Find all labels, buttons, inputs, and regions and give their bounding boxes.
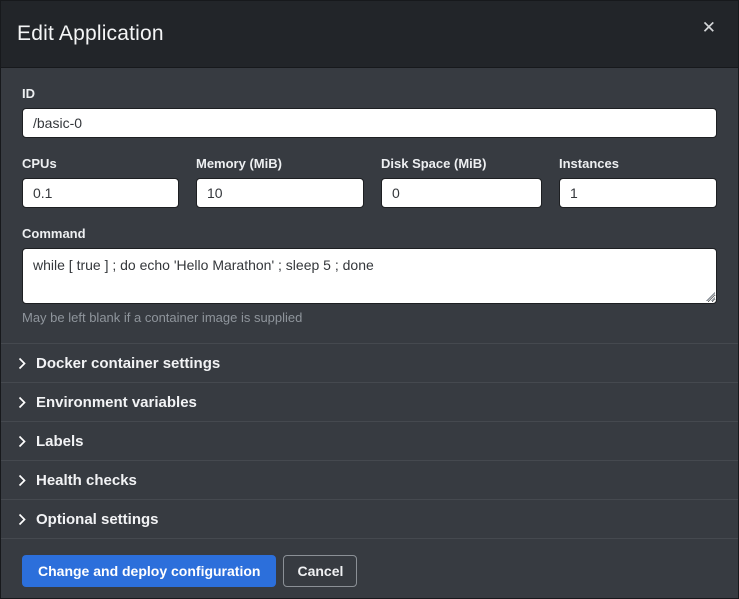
instances-input[interactable] xyxy=(559,178,717,208)
id-input[interactable] xyxy=(22,108,717,138)
section-label: Docker container settings xyxy=(36,355,220,372)
section-environment-variables[interactable]: Environment variables xyxy=(1,383,738,422)
close-icon[interactable]: ✕ xyxy=(696,15,722,40)
command-label: Command xyxy=(22,226,717,241)
change-and-deploy-button[interactable]: Change and deploy configuration xyxy=(22,555,276,587)
modal-footer: Change and deploy configuration Cancel xyxy=(1,539,738,599)
command-help-text: May be left blank if a container image i… xyxy=(22,310,717,325)
command-field-group: Command while [ true ] ; do echo 'Hello … xyxy=(22,226,717,325)
memory-label: Memory (MiB) xyxy=(196,156,364,171)
cpus-label: CPUs xyxy=(22,156,179,171)
id-label: ID xyxy=(22,86,717,101)
section-health-checks[interactable]: Health checks xyxy=(1,461,738,500)
command-textarea[interactable]: while [ true ] ; do echo 'Hello Marathon… xyxy=(22,248,717,304)
section-label: Labels xyxy=(36,433,84,450)
chevron-right-icon xyxy=(18,474,26,487)
collapsible-sections: Docker container settings Environment va… xyxy=(1,343,738,539)
cpus-input[interactable] xyxy=(22,178,179,208)
modal-header: Edit Application ✕ xyxy=(1,1,738,68)
instances-field-group: Instances xyxy=(559,156,717,208)
chevron-right-icon xyxy=(18,513,26,526)
id-field-group: ID xyxy=(22,86,717,138)
resources-field-row: CPUs Memory (MiB) Disk Space (MiB) Insta… xyxy=(22,156,717,208)
memory-input[interactable] xyxy=(196,178,364,208)
disk-space-label: Disk Space (MiB) xyxy=(381,156,542,171)
disk-field-group: Disk Space (MiB) xyxy=(381,156,542,208)
modal-body: ID CPUs Memory (MiB) Disk Space (MiB) In… xyxy=(1,68,738,539)
section-label: Environment variables xyxy=(36,394,197,411)
section-optional-settings[interactable]: Optional settings xyxy=(1,500,738,539)
chevron-right-icon xyxy=(18,435,26,448)
section-docker-container-settings[interactable]: Docker container settings xyxy=(1,344,738,383)
chevron-right-icon xyxy=(18,357,26,370)
disk-space-input[interactable] xyxy=(381,178,542,208)
cancel-button[interactable]: Cancel xyxy=(283,555,357,587)
modal-title: Edit Application xyxy=(17,22,164,46)
edit-application-modal: Edit Application ✕ ID CPUs Memory (MiB) … xyxy=(0,0,739,599)
memory-field-group: Memory (MiB) xyxy=(196,156,364,208)
section-label: Optional settings xyxy=(36,511,159,528)
section-labels[interactable]: Labels xyxy=(1,422,738,461)
section-label: Health checks xyxy=(36,472,137,489)
cpus-field-group: CPUs xyxy=(22,156,179,208)
instances-label: Instances xyxy=(559,156,717,171)
chevron-right-icon xyxy=(18,396,26,409)
